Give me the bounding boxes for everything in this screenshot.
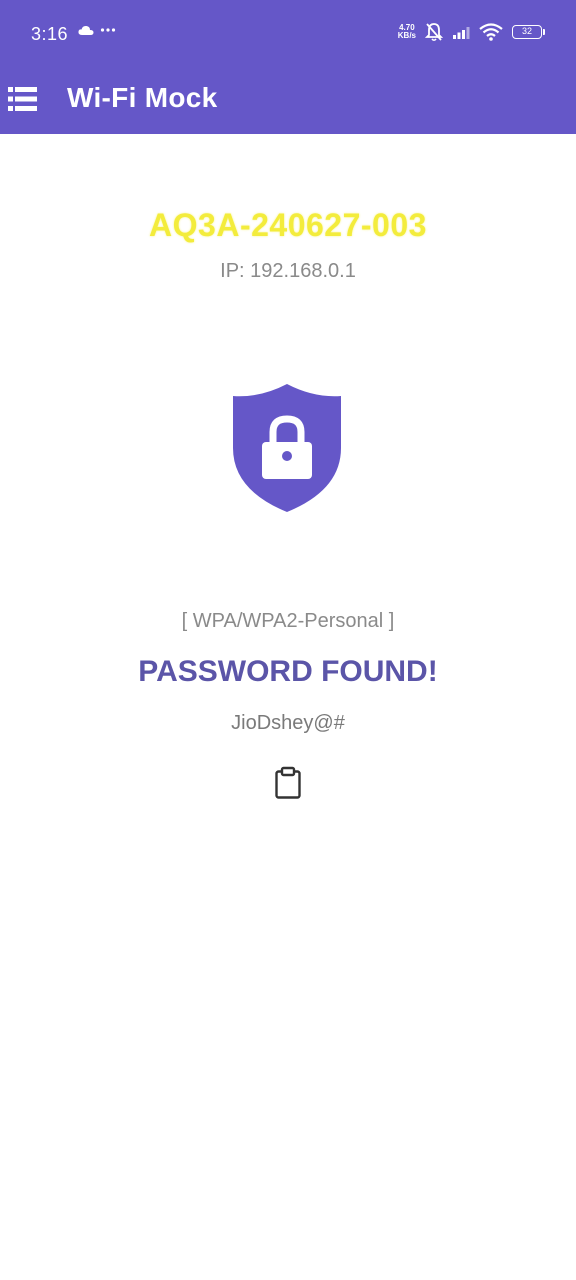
copy-password-button[interactable] <box>273 766 303 800</box>
menu-button[interactable] <box>8 85 38 113</box>
wifi-icon <box>479 23 503 41</box>
status-right-icons: 4.70 KB/s 32 <box>398 22 545 42</box>
mute-icon <box>425 23 443 42</box>
network-ip: IP: 192.168.0.1 <box>220 260 356 282</box>
status-headline: PASSWORD FOUND! <box>138 655 438 688</box>
menu-icon <box>8 87 37 111</box>
main-content: AQ3A-240627-003 IP: 192.168.0.1 [ WPA/WP… <box>0 134 576 1280</box>
status-left-icons <box>78 24 116 36</box>
app-toolbar: Wi-Fi Mock <box>0 68 576 134</box>
network-speed-unit: KB/s <box>397 31 416 40</box>
security-type: [ WPA/WPA2-Personal ] <box>181 610 395 632</box>
shield-lock-icon <box>233 384 341 512</box>
battery-indicator: 32 <box>512 25 545 39</box>
status-bar: 3:16 4.70 KB/s 32 <box>0 0 576 68</box>
more-dots-icon <box>100 28 116 32</box>
app-title: Wi-Fi Mock <box>67 82 218 113</box>
password-value: JioDshey@# <box>231 712 345 734</box>
cloud-icon <box>78 25 94 35</box>
clipboard-icon <box>275 766 301 799</box>
network-speed: 4.70 KB/s <box>398 24 416 40</box>
status-time: 3:16 <box>31 24 69 44</box>
network-ssid: AQ3A-240627-003 <box>149 207 427 243</box>
signal-icon <box>453 27 470 39</box>
